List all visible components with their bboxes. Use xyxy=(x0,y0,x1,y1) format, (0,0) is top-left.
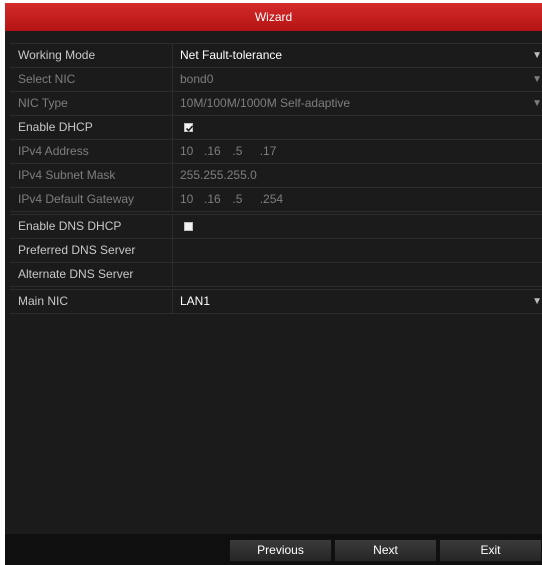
ipv4-default-gateway-field[interactable]: 10.16.5.254 xyxy=(180,188,542,211)
ip-octet[interactable]: 254 xyxy=(263,188,287,211)
nic-type-select[interactable]: 10M/100M/1000M Self-adaptive ▼ xyxy=(180,92,542,115)
nic-type-label: NIC Type xyxy=(10,92,173,115)
working-mode-row: Working Mode Net Fault-tolerance ▼ xyxy=(10,43,542,68)
enable-dns-dhcp-checkbox[interactable] xyxy=(184,222,193,231)
preferred-dns-server-field[interactable] xyxy=(180,239,542,262)
alternate-dns-server-label: Alternate DNS Server xyxy=(10,263,173,286)
previous-button[interactable]: Previous xyxy=(229,539,332,562)
ipv4-subnet-mask-field[interactable]: 255.255.255.0 xyxy=(180,164,542,187)
working-mode-select[interactable]: Net Fault-tolerance ▼ xyxy=(180,44,542,67)
ip-octet[interactable]: 255 xyxy=(227,164,247,187)
alternate-dns-server-row: Alternate DNS Server xyxy=(10,263,542,287)
ipv4-address-label: IPv4 Address xyxy=(10,140,173,163)
working-mode-label: Working Mode xyxy=(10,44,173,67)
ipv4-default-gateway-row: IPv4 Default Gateway 10.16.5.254 xyxy=(10,188,542,212)
select-nic-value: bond0 xyxy=(180,72,214,86)
enable-dhcp-checkbox[interactable] xyxy=(184,123,194,132)
select-nic-label: Select NIC xyxy=(10,68,173,91)
ip-octet[interactable]: 255 xyxy=(180,164,200,187)
ip-octet[interactable]: 0 xyxy=(250,164,257,187)
ip-octet[interactable]: 16 xyxy=(207,188,232,211)
ip-octet[interactable]: 16 xyxy=(207,140,232,163)
main-nic-value: LAN1 xyxy=(180,294,211,308)
ip-octet[interactable]: 10 xyxy=(180,140,204,163)
select-nic-select[interactable]: bond0 ▼ xyxy=(180,68,542,91)
chevron-down-icon: ▼ xyxy=(532,74,542,85)
working-mode-value: Net Fault-tolerance xyxy=(180,48,283,62)
check-icon xyxy=(185,125,194,132)
nic-type-value: 10M/100M/1000M Self-adaptive xyxy=(180,96,351,110)
chevron-down-icon: ▼ xyxy=(532,50,542,61)
ip-octet[interactable]: 17 xyxy=(263,140,287,163)
enable-dhcp-cell xyxy=(180,116,542,139)
enable-dns-dhcp-label: Enable DNS DHCP xyxy=(10,215,173,238)
ipv4-subnet-mask-row: IPv4 Subnet Mask 255.255.255.0 xyxy=(10,164,542,188)
preferred-dns-server-label: Preferred DNS Server xyxy=(10,239,173,262)
wizard-window: Wizard Working Mode Net Fault-tolerance … xyxy=(5,3,542,565)
button-bar: Previous Next Exit xyxy=(5,534,542,565)
preferred-dns-server-row: Preferred DNS Server xyxy=(10,239,542,263)
chevron-down-icon: ▼ xyxy=(532,98,542,109)
next-button[interactable]: Next xyxy=(334,539,437,562)
chevron-down-icon: ▼ xyxy=(532,296,542,307)
ip-octet[interactable]: 255 xyxy=(203,164,223,187)
enable-dhcp-row: Enable DHCP xyxy=(10,116,542,140)
window-title: Wizard xyxy=(5,3,542,31)
enable-dhcp-label: Enable DHCP xyxy=(10,116,173,139)
main-nic-select[interactable]: LAN1 ▼ xyxy=(180,290,542,313)
ipv4-address-row: IPv4 Address 10.16.5.17 xyxy=(10,140,542,164)
network-settings-form: Working Mode Net Fault-tolerance ▼ Selec… xyxy=(10,43,542,314)
ipv4-address-field[interactable]: 10.16.5.17 xyxy=(180,140,542,163)
alternate-dns-server-field[interactable] xyxy=(180,263,542,286)
exit-button[interactable]: Exit xyxy=(439,539,542,562)
nic-type-row: NIC Type 10M/100M/1000M Self-adaptive ▼ xyxy=(10,92,542,116)
select-nic-row: Select NIC bond0 ▼ xyxy=(10,68,542,92)
ipv4-subnet-mask-label: IPv4 Subnet Mask xyxy=(10,164,173,187)
enable-dns-dhcp-cell xyxy=(180,215,542,238)
ip-octet[interactable]: 10 xyxy=(180,188,204,211)
ip-octet[interactable]: 5 xyxy=(236,188,260,211)
ip-octet[interactable]: 5 xyxy=(236,140,260,163)
enable-dns-dhcp-row: Enable DNS DHCP xyxy=(10,214,542,239)
main-nic-row: Main NIC LAN1 ▼ xyxy=(10,289,542,314)
main-nic-label: Main NIC xyxy=(10,290,173,313)
ipv4-default-gateway-label: IPv4 Default Gateway xyxy=(10,188,173,211)
